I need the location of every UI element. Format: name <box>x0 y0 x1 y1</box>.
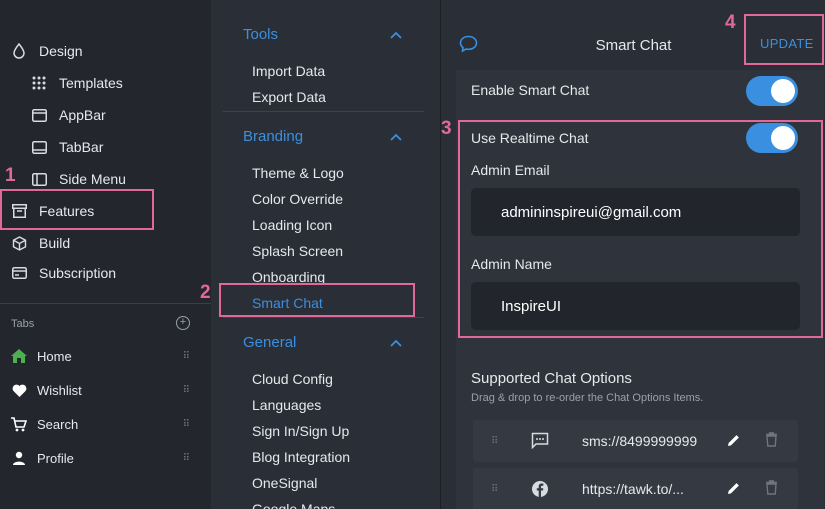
tabbar-icon <box>31 139 47 155</box>
section-general[interactable]: General <box>243 334 296 351</box>
chat-option-row[interactable]: ⠿ sms://8499999999 <box>473 420 798 462</box>
menu-item-google-maps[interactable]: Google Maps <box>252 501 335 509</box>
side-menu-icon <box>31 171 47 187</box>
drag-handle-icon[interactable]: ⠿ <box>491 484 498 495</box>
drag-handle-icon[interactable]: ⠿ <box>183 453 190 464</box>
highlight-realtime-section <box>458 120 823 338</box>
tab-item-label: Home <box>37 348 72 364</box>
left-sidebar: Design Templates AppBar TabBar Side Menu… <box>0 0 211 509</box>
menu-item-export-data[interactable]: Export Data <box>252 89 326 107</box>
chat-options-title: Supported Chat Options <box>471 370 632 387</box>
highlight-update <box>744 14 824 65</box>
person-icon <box>11 451 27 465</box>
chat-option-value: sms://8499999999 <box>582 433 698 449</box>
sidebar-item-label: Side Menu <box>59 171 126 187</box>
tab-item-search[interactable]: Search ⠿ <box>11 412 191 436</box>
sidebar-item-build[interactable]: Build <box>11 229 70 257</box>
annotation-number: 1 <box>5 165 16 186</box>
drag-handle-icon[interactable]: ⠿ <box>491 436 498 447</box>
menu-item-loading-icon[interactable]: Loading Icon <box>252 217 332 235</box>
design-icon <box>11 43 27 59</box>
chevron-up-icon[interactable] <box>389 130 403 144</box>
menu-item-onesignal[interactable]: OneSignal <box>252 475 317 493</box>
tab-item-label: Wishlist <box>37 382 82 398</box>
enable-smart-chat-toggle[interactable] <box>746 76 798 106</box>
tabs-heading: Tabs <box>11 318 35 330</box>
cart-icon <box>11 416 27 432</box>
sidebar-item-label: AppBar <box>59 107 106 123</box>
sidebar-item-label: TabBar <box>59 139 104 155</box>
section-tools[interactable]: Tools <box>243 26 278 43</box>
sms-icon <box>531 432 549 449</box>
facebook-icon <box>532 481 548 497</box>
sidebar-item-label: Design <box>39 43 83 59</box>
sidebar-item-label: Subscription <box>39 265 117 281</box>
templates-icon <box>31 75 47 91</box>
section-divider <box>223 317 424 318</box>
menu-item-sign-in[interactable]: Sign In/Sign Up <box>252 423 349 441</box>
sidebar-item-tabbar[interactable]: TabBar <box>31 133 103 161</box>
drag-handle-icon[interactable]: ⠿ <box>183 385 190 396</box>
build-icon <box>11 235 27 251</box>
add-tab-icon[interactable]: + <box>176 316 190 330</box>
tab-item-label: Search <box>37 416 79 432</box>
menu-item-theme-logo[interactable]: Theme & Logo <box>252 165 344 183</box>
section-branding[interactable]: Branding <box>243 128 303 145</box>
chevron-up-icon[interactable] <box>389 28 403 42</box>
trash-icon[interactable] <box>765 432 778 447</box>
pencil-icon[interactable] <box>726 481 741 496</box>
tab-item-label: Profile <box>37 450 74 466</box>
sidebar-item-design[interactable]: Design <box>11 37 83 65</box>
home-icon <box>11 349 27 363</box>
tab-item-profile[interactable]: Profile ⠿ <box>11 446 191 470</box>
drag-handle-icon[interactable]: ⠿ <box>183 419 190 430</box>
annotation-number: 3 <box>441 118 452 139</box>
sidebar-item-appbar[interactable]: AppBar <box>31 101 106 129</box>
chat-option-value: https://tawk.to/... <box>582 481 684 497</box>
annotation-number: 2 <box>200 282 211 303</box>
sidebar-item-subscription[interactable]: Subscription <box>11 259 116 287</box>
chat-option-row[interactable]: ⠿ https://tawk.to/... <box>473 468 798 509</box>
menu-item-cloud-config[interactable]: Cloud Config <box>252 371 333 389</box>
enable-smart-chat-label: Enable Smart Chat <box>471 82 590 98</box>
tab-item-wishlist[interactable]: Wishlist ⠿ <box>11 378 191 402</box>
menu-item-import-data[interactable]: Import Data <box>252 63 325 81</box>
chat-options-subtitle: Drag & drop to re-order the Chat Options… <box>471 392 704 404</box>
pencil-icon[interactable] <box>726 433 741 448</box>
menu-item-blog-integration[interactable]: Blog Integration <box>252 449 350 467</box>
trash-icon[interactable] <box>765 480 778 495</box>
annotation-number: 4 <box>725 12 736 33</box>
highlight-features <box>0 189 154 230</box>
subscription-icon <box>11 265 27 281</box>
sidebar-item-label: Build <box>39 235 71 251</box>
drag-handle-icon[interactable]: ⠿ <box>183 351 190 362</box>
highlight-smart-chat <box>219 283 415 317</box>
menu-item-languages[interactable]: Languages <box>252 397 321 415</box>
menu-item-splash-screen[interactable]: Splash Screen <box>252 243 343 261</box>
chevron-up-icon[interactable] <box>389 336 403 350</box>
sidebar-item-templates[interactable]: Templates <box>31 69 123 97</box>
tab-item-home[interactable]: Home ⠿ <box>11 344 191 368</box>
sidebar-divider <box>0 303 211 304</box>
sidebar-item-label: Templates <box>59 75 123 91</box>
menu-item-color-override[interactable]: Color Override <box>252 191 343 209</box>
feature-menu: Tools Import Data Export Data Branding T… <box>211 0 441 509</box>
section-divider <box>223 111 424 112</box>
heart-icon <box>11 384 27 397</box>
appbar-icon <box>31 107 47 123</box>
